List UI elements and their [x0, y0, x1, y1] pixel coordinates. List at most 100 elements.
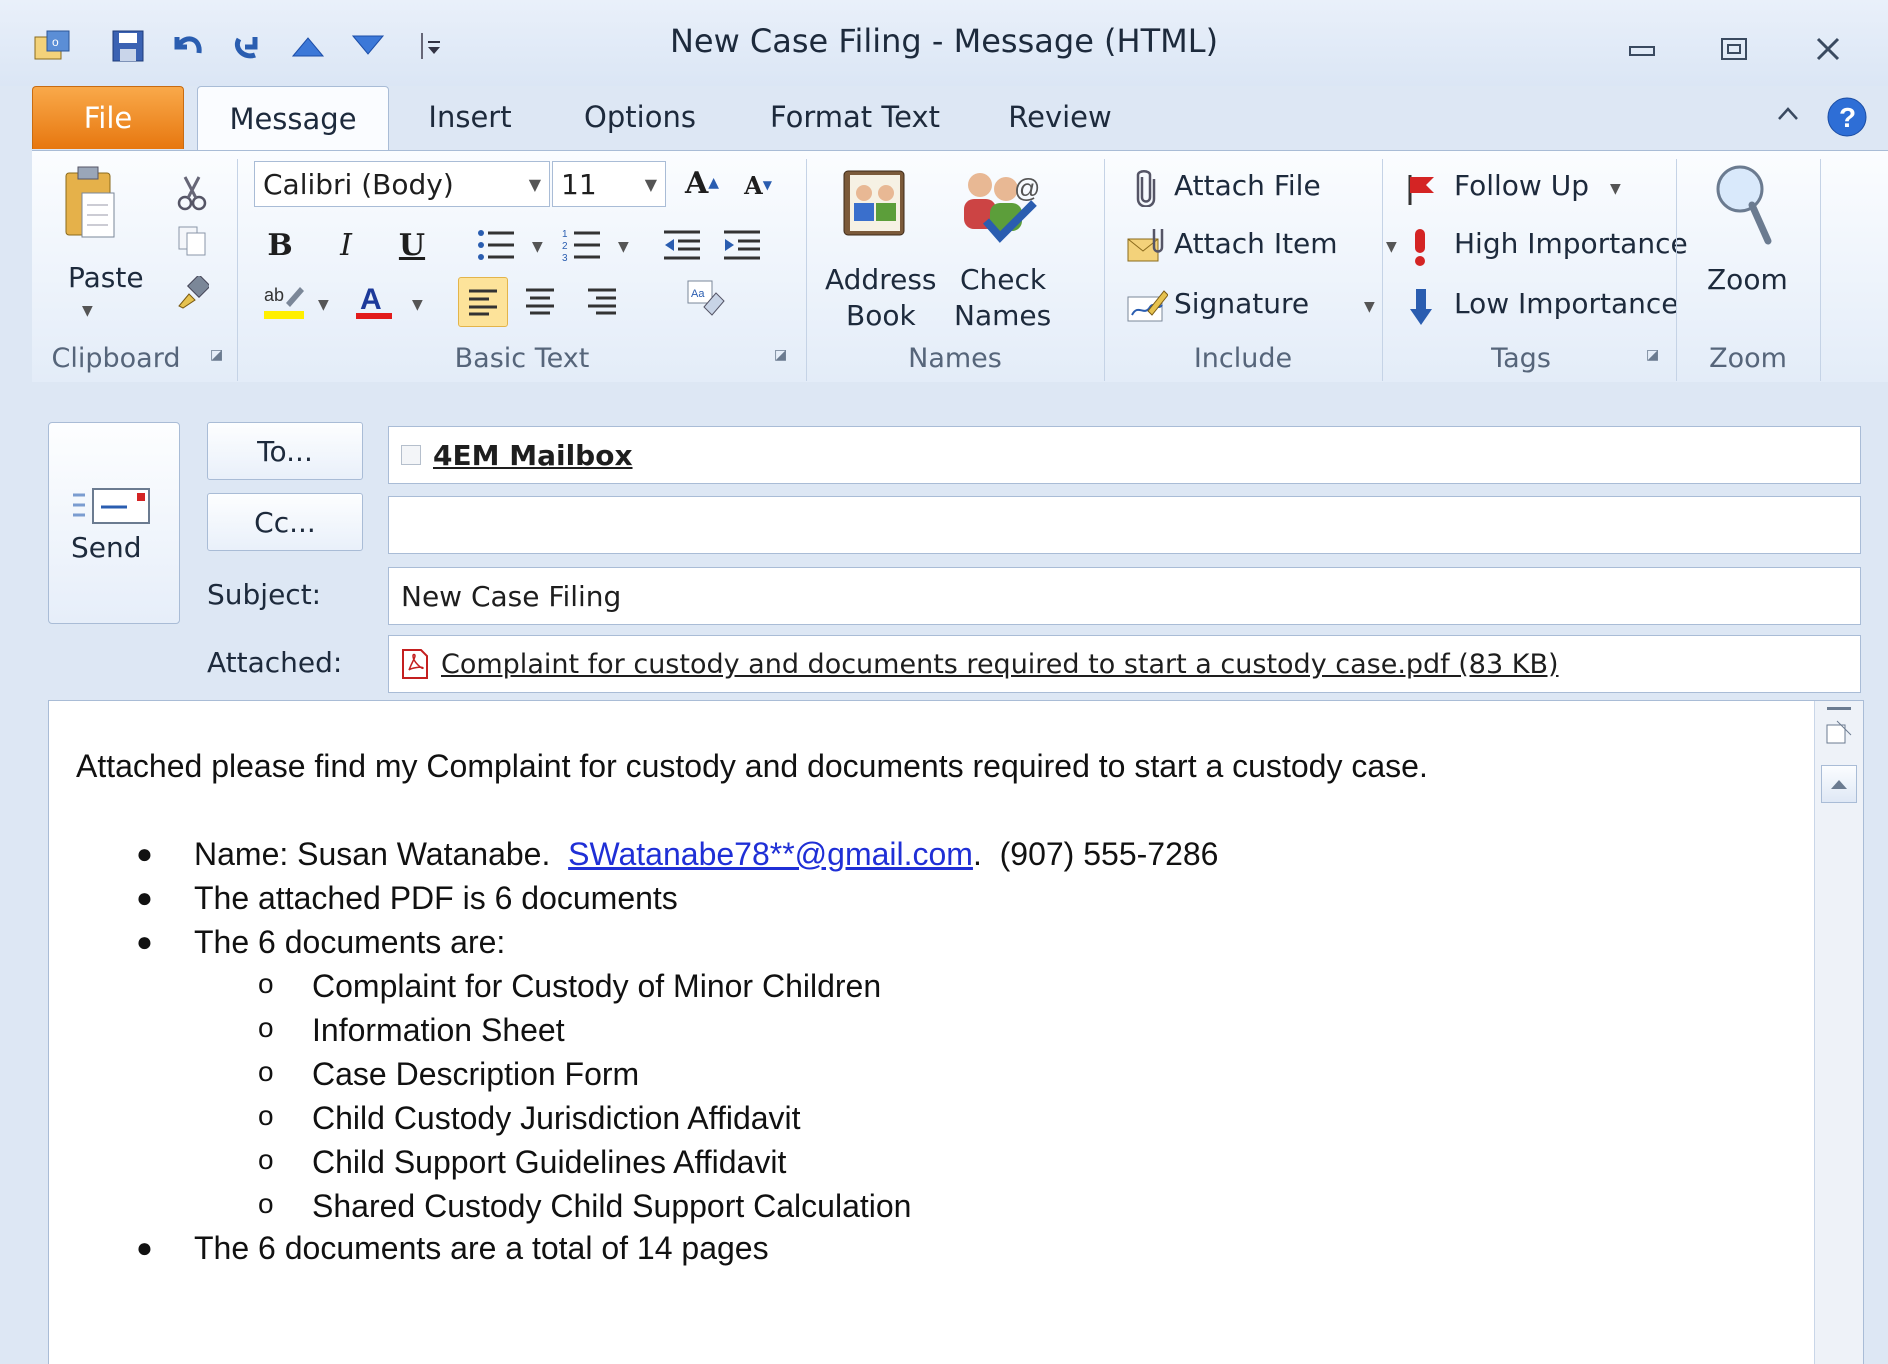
- svg-text:2: 2: [562, 241, 568, 252]
- svg-text:ab: ab: [264, 285, 284, 305]
- svg-text:Aa: Aa: [691, 288, 705, 300]
- bullet-icon: ●: [136, 882, 153, 913]
- increase-indent-icon[interactable]: [718, 221, 766, 269]
- body-bullet-4: The 6 documents are a total of 14 pages: [194, 1230, 769, 1266]
- view-ruler-icon[interactable]: [1825, 719, 1853, 747]
- address-book-label-1[interactable]: Address: [825, 263, 937, 296]
- sub-bullet-icon: o: [258, 1188, 274, 1219]
- scroll-up-button[interactable]: [1821, 765, 1857, 803]
- document-item: Child Support Guidelines Affidavit: [312, 1144, 787, 1180]
- attachment-link[interactable]: Complaint for custody and documents requ…: [441, 649, 1559, 680]
- phone-text: (907) 555-7286: [999, 836, 1219, 872]
- underline-icon[interactable]: U: [388, 221, 436, 269]
- body-bullet-name: Name: Susan Watanabe. SWatanabe78**@gmai…: [194, 836, 1218, 873]
- font-color-dropdown-icon[interactable]: ▼: [412, 297, 423, 313]
- email-link[interactable]: SWatanabe78**@gmail.com: [568, 836, 973, 872]
- paste-dropdown-icon[interactable]: ▼: [82, 303, 93, 319]
- numbering-icon[interactable]: 123: [558, 221, 606, 269]
- separator: [1820, 159, 1821, 381]
- align-left-icon[interactable]: [458, 277, 508, 327]
- bold-icon[interactable]: B: [256, 221, 304, 269]
- highlight-dropdown-icon[interactable]: ▼: [318, 297, 329, 313]
- align-center-icon[interactable]: [516, 277, 564, 325]
- align-right-icon[interactable]: [578, 277, 626, 325]
- ribbon: Paste ▼ Clipboard ◪ Calibri (Body) ▼ 11 ▼ …: [32, 150, 1888, 384]
- subject-input[interactable]: New Case Filing: [388, 567, 1861, 625]
- tab-insert[interactable]: Insert: [410, 86, 530, 148]
- format-painter-icon[interactable]: [168, 269, 216, 317]
- highlight-icon[interactable]: ab: [260, 277, 308, 325]
- styles-eraser-icon[interactable]: Aa: [682, 275, 730, 323]
- shrink-font-icon[interactable]: A ▼: [734, 161, 782, 209]
- tab-message[interactable]: Message: [197, 86, 389, 151]
- check-names-label-1[interactable]: Check: [960, 263, 1046, 296]
- signature-button[interactable]: Signature ▼: [1102, 283, 1402, 333]
- close-icon[interactable]: [1800, 26, 1856, 72]
- bullet-icon: ●: [136, 1232, 153, 1263]
- document-item: Child Custody Jurisdiction Affidavit: [312, 1100, 801, 1136]
- document-item: Complaint for Custody of Minor Children: [312, 968, 882, 1004]
- body-intro: Attached please find my Complaint for cu…: [76, 748, 1428, 784]
- minimize-button[interactable]: [1614, 26, 1670, 72]
- to-button[interactable]: To...: [207, 422, 363, 480]
- minimize-ribbon-icon[interactable]: [1776, 104, 1800, 128]
- high-importance-button[interactable]: High Importance: [1382, 223, 1692, 273]
- high-importance-label: High Importance: [1454, 227, 1688, 260]
- font-color-icon[interactable]: A: [350, 277, 398, 325]
- cut-icon[interactable]: [168, 169, 216, 217]
- attach-item-label: Attach Item: [1174, 227, 1338, 260]
- basic-text-launcher-icon[interactable]: ◪: [774, 347, 787, 363]
- clipboard-launcher-icon[interactable]: ◪: [210, 347, 223, 363]
- numbering-dropdown-icon[interactable]: ▼: [618, 239, 629, 255]
- attach-file-button[interactable]: Attach File: [1102, 165, 1402, 215]
- send-button[interactable]: Send: [48, 422, 180, 624]
- copy-icon[interactable]: [168, 217, 216, 265]
- subject-label: Subject:: [207, 578, 322, 611]
- to-recipient[interactable]: 4EM Mailbox: [433, 439, 633, 472]
- document-item: Case Description Form: [312, 1056, 640, 1092]
- include-group-label: Include: [1193, 343, 1293, 374]
- cc-button[interactable]: Cc...: [207, 493, 363, 551]
- sub-bullet-icon: o: [258, 1056, 274, 1087]
- paste-icon[interactable]: [62, 165, 118, 249]
- zoom-button-label[interactable]: Zoom: [1707, 263, 1788, 296]
- cc-field[interactable]: [388, 496, 1861, 554]
- bullets-icon[interactable]: [472, 221, 520, 269]
- font-name-combo[interactable]: Calibri (Body) ▼: [254, 161, 550, 207]
- follow-up-button[interactable]: Follow Up ▼: [1382, 165, 1692, 215]
- attachment-field[interactable]: Complaint for custody and documents requ…: [388, 635, 1861, 693]
- address-book-icon[interactable]: [840, 165, 910, 245]
- tab-format-text[interactable]: Format Text: [760, 86, 950, 148]
- tags-launcher-icon[interactable]: ◪: [1646, 347, 1659, 363]
- attached-label: Attached:: [207, 646, 343, 679]
- signature-label: Signature: [1174, 287, 1310, 320]
- font-size-combo[interactable]: 11 ▼: [552, 161, 666, 207]
- follow-up-label: Follow Up: [1454, 169, 1589, 202]
- document-item: Information Sheet: [312, 1012, 565, 1048]
- low-importance-button[interactable]: Low Importance: [1382, 283, 1692, 333]
- font-name-value: Calibri (Body): [263, 167, 454, 201]
- decrease-indent-icon[interactable]: [658, 221, 706, 269]
- help-icon[interactable]: ?: [1826, 96, 1868, 142]
- check-names-label-2[interactable]: Names: [954, 299, 1051, 332]
- basic-text-group-label: Basic Text: [454, 343, 590, 374]
- vertical-scrollbar[interactable]: [1814, 701, 1863, 1364]
- svg-text:@: @: [1014, 173, 1040, 203]
- split-handle[interactable]: [1827, 707, 1851, 710]
- zoom-icon[interactable]: [1714, 161, 1774, 251]
- check-names-icon[interactable]: @: [956, 165, 1042, 249]
- restore-button[interactable]: [1706, 26, 1762, 72]
- address-book-label-2[interactable]: Book: [846, 299, 916, 332]
- italic-icon[interactable]: I: [322, 221, 370, 269]
- paste-button-label[interactable]: Paste: [68, 261, 144, 294]
- attach-item-button[interactable]: Attach Item ▼: [1102, 223, 1402, 273]
- to-field[interactable]: 4EM Mailbox: [388, 426, 1861, 484]
- tab-file[interactable]: File: [32, 86, 184, 149]
- grow-font-icon[interactable]: A ▲: [678, 159, 726, 207]
- tab-review[interactable]: Review: [995, 86, 1125, 148]
- chevron-down-icon: ▼: [644, 174, 657, 194]
- follow-up-dropdown-icon: ▼: [1610, 181, 1621, 197]
- bullet-icon: ●: [136, 926, 153, 957]
- bullets-dropdown-icon[interactable]: ▼: [532, 239, 543, 255]
- tab-options[interactable]: Options: [565, 86, 715, 148]
